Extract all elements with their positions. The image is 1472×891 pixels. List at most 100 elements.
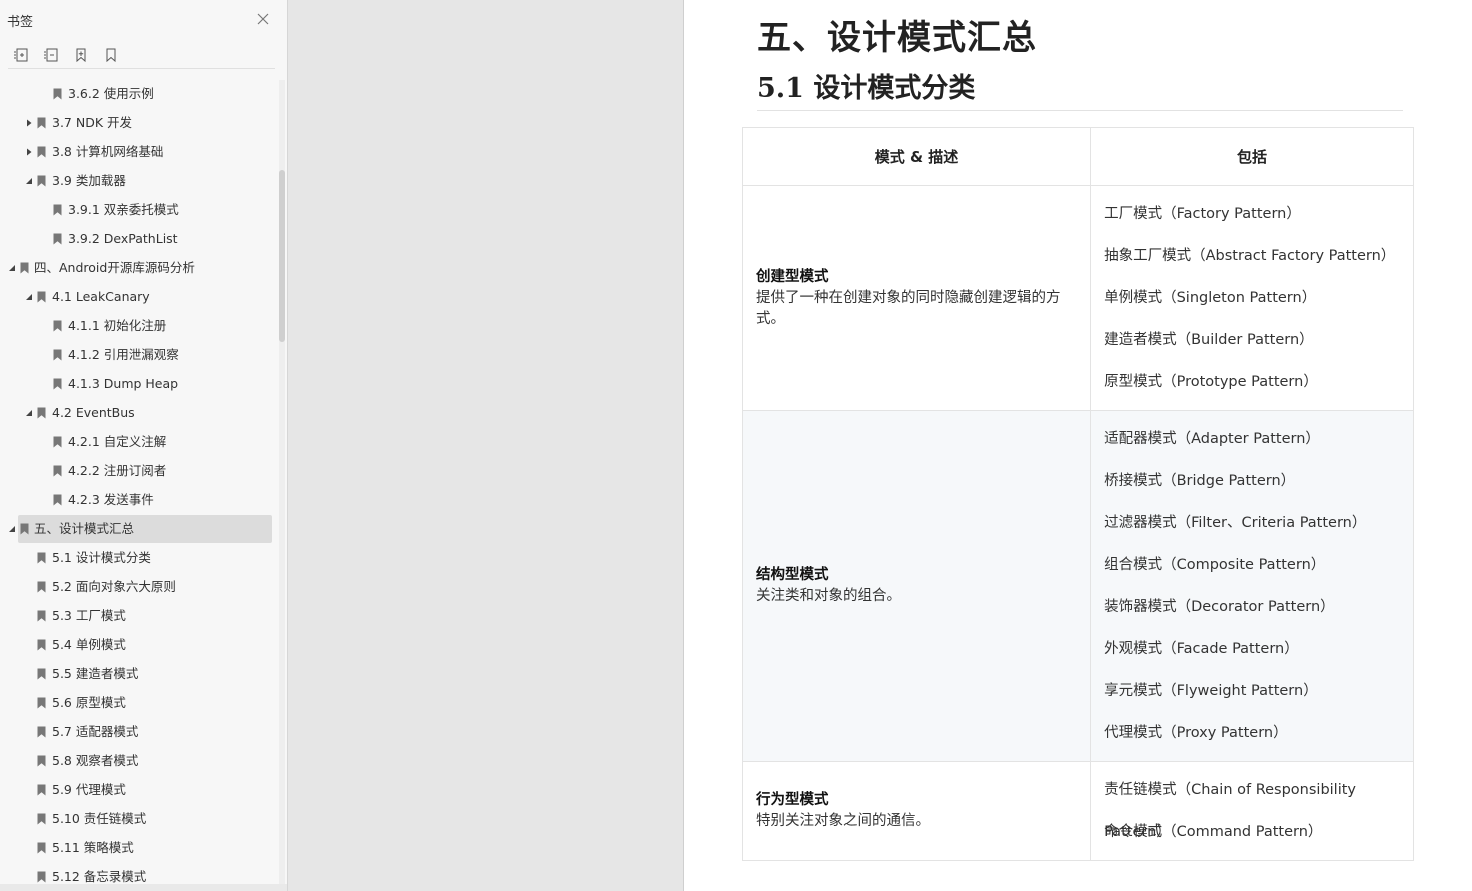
caret-expanded-icon[interactable] [25, 409, 33, 417]
category-cell: 结构型模式 关注类和对象的组合。 [741, 410, 1092, 762]
bookmark-icon [53, 378, 62, 390]
pattern-item: 装饰器模式（Decorator Pattern） [1104, 599, 1335, 615]
bookmark-icon [37, 697, 46, 709]
bookmark-label: 4.1.2 引用泄漏观察 [68, 347, 179, 362]
bookmark-item[interactable]: 3.8 计算机网络基础 [0, 138, 272, 166]
caret-expanded-icon[interactable] [8, 525, 16, 533]
bookmark-item[interactable]: 5.11 策略模式 [0, 834, 272, 862]
category-description: 特别关注对象之间的通信。 [756, 813, 930, 829]
patterns-cell: 工厂模式（Factory Pattern） 抽象工厂模式（Abstract Fac… [1090, 185, 1414, 411]
close-icon[interactable] [255, 11, 271, 27]
bookmark-item[interactable]: 5.3 工厂模式 [0, 602, 272, 630]
bookmark-icon [37, 668, 46, 680]
category-cell: 行为型模式 特别关注对象之间的通信。 [741, 761, 1092, 861]
bookmark-item[interactable]: 5.9 代理模式 [0, 776, 272, 804]
bookmark-item[interactable]: 5.2 面向对象六大原则 [0, 573, 272, 601]
bookmark-icon [53, 320, 62, 332]
bookmark-item[interactable]: 3.9.2 DexPathList [0, 225, 272, 253]
add-bookmark-icon[interactable] [70, 44, 92, 66]
bookmark-label: 4.1.1 初始化注册 [68, 318, 167, 333]
pattern-item: 组合模式（Composite Pattern） [1104, 557, 1326, 573]
bookmark-label: 5.2 面向对象六大原则 [52, 579, 176, 594]
sidebar-horizontal-scrollbar[interactable] [0, 884, 287, 891]
collapse-all-icon[interactable] [40, 44, 62, 66]
bookmark-icon [37, 610, 46, 622]
bookmark-item[interactable]: 四、Android开源库源码分析 [0, 254, 272, 282]
bookmark-icon [37, 813, 46, 825]
bookmark-item[interactable]: 3.7 NDK 开发 [0, 109, 272, 137]
caret-expanded-icon[interactable] [8, 264, 16, 272]
bookmark-item[interactable]: 4.1.3 Dump Heap [0, 370, 272, 398]
bookmark-icon [53, 233, 62, 245]
bookmark-icon [37, 842, 46, 854]
pattern-item: 桥接模式（Bridge Pattern） [1104, 473, 1296, 489]
bookmark-item[interactable]: 4.2.1 自定义注解 [0, 428, 272, 456]
bookmark-label: 5.3 工厂模式 [52, 608, 126, 623]
toolbar-divider [8, 68, 275, 69]
bookmark-label: 5.4 单例模式 [52, 637, 126, 652]
bookmark-item[interactable]: 4.2 EventBus [0, 399, 272, 427]
bookmark-label: 3.9.2 DexPathList [68, 231, 178, 246]
bookmark-label: 5.7 适配器模式 [52, 724, 139, 739]
bookmark-item[interactable]: 5.7 适配器模式 [0, 718, 272, 746]
expand-all-icon[interactable] [10, 44, 32, 66]
sidebar-scrollbar-thumb[interactable] [279, 170, 285, 342]
caret-collapsed-icon[interactable] [25, 119, 33, 127]
bookmark-label: 四、Android开源库源码分析 [34, 260, 195, 275]
bookmark-item[interactable]: 3.6.2 使用示例 [0, 80, 272, 108]
bookmark-icon [37, 146, 46, 158]
caret-expanded-icon[interactable] [25, 293, 33, 301]
bookmark-item[interactable]: 5.10 责任链模式 [0, 805, 272, 833]
bookmark-item[interactable]: 5.6 原型模式 [0, 689, 272, 717]
bookmark-label: 5.9 代理模式 [52, 782, 126, 797]
category-description: 提供了一种在创建对象的同时隐藏创建逻辑的方式。 [756, 289, 1061, 327]
bookmark-icon [37, 552, 46, 564]
bookmark-item[interactable]: 3.9 类加载器 [0, 167, 272, 195]
category-cell: 创建型模式 提供了一种在创建对象的同时隐藏创建逻辑的方式。 [741, 185, 1092, 411]
pattern-item: 适配器模式（Adapter Pattern） [1104, 431, 1320, 447]
bookmark-item[interactable]: 5.8 观察者模式 [0, 747, 272, 775]
caret-expanded-icon[interactable] [25, 177, 33, 185]
table-row: 行为型模式 特别关注对象之间的通信。 责任链模式（Chain of Responsi… [741, 761, 1414, 861]
bookmark-label: 3.7 NDK 开发 [52, 115, 132, 130]
bookmark-item[interactable]: 4.1.2 引用泄漏观察 [0, 341, 272, 369]
bookmark-label: 4.2.3 发送事件 [68, 492, 154, 507]
bookmark-label: 5.10 责任链模式 [52, 811, 147, 826]
category-description: 关注类和对象的组合。 [756, 588, 901, 604]
bookmark-label: 4.2.1 自定义注解 [68, 434, 167, 449]
section-heading: 5.1 设计模式分类 [757, 73, 976, 104]
pattern-item: 过滤器模式（Filter、Criteria Pattern） [1104, 515, 1367, 531]
bookmark-item[interactable]: 五、设计模式汇总 [9, 515, 272, 543]
bookmark-item[interactable]: 4.1 LeakCanary [0, 283, 272, 311]
bookmark-icon[interactable] [100, 44, 122, 66]
bookmark-label: 3.6.2 使用示例 [68, 86, 154, 101]
bookmark-label: 五、设计模式汇总 [34, 521, 135, 536]
bookmark-label: 5.5 建造者模式 [52, 666, 139, 681]
bookmark-item[interactable]: 4.1.1 初始化注册 [0, 312, 272, 340]
bookmark-item[interactable]: 4.2.2 注册订阅者 [0, 457, 272, 485]
caret-collapsed-icon[interactable] [25, 148, 33, 156]
bookmark-icon [53, 204, 62, 216]
bookmark-icon [53, 436, 62, 448]
patterns-cell: 责任链模式（Chain of Responsibility Pattern） 命令… [1090, 761, 1414, 861]
bookmark-item[interactable]: 3.9.1 双亲委托模式 [0, 196, 272, 224]
bookmark-item[interactable]: 5.1 设计模式分类 [0, 544, 272, 572]
bookmark-item[interactable]: 5.4 单例模式 [0, 631, 272, 659]
pattern-item: 抽象工厂模式（Abstract Factory Pattern） [1104, 248, 1396, 264]
bookmark-label: 4.2 EventBus [52, 405, 135, 420]
bookmark-label: 4.1.3 Dump Heap [68, 376, 179, 391]
design-pattern-table: 模式 & 描述 包括 创建型模式 提供了一种在创建对象的同时隐藏创建逻辑的方式。工… [741, 127, 1414, 861]
bookmark-icon [37, 871, 46, 883]
patterns-cell: 适配器模式（Adapter Pattern） 桥接模式（Bridge Patter… [1090, 410, 1414, 762]
pattern-item: 享元模式（Flyweight Pattern） [1104, 683, 1318, 699]
bookmark-item[interactable]: 4.2.3 发送事件 [0, 486, 272, 514]
bookmark-label: 4.2.2 注册订阅者 [68, 463, 167, 478]
table-header-row: 模式 & 描述 包括 [741, 127, 1414, 186]
bookmark-icon [53, 88, 62, 100]
pattern-item: 命令模式（Command Pattern） [1104, 824, 1323, 840]
section-divider [757, 110, 1403, 111]
bookmark-label: 3.9.1 双亲委托模式 [68, 202, 179, 217]
bookmark-item[interactable]: 5.5 建造者模式 [0, 660, 272, 688]
bookmark-icon [20, 523, 29, 535]
bookmark-sidebar: 书签 3.6.2 使用示例 3.7 NDK 开发 3.8 计算机网络基础 3.9 类加… [0, 0, 288, 891]
